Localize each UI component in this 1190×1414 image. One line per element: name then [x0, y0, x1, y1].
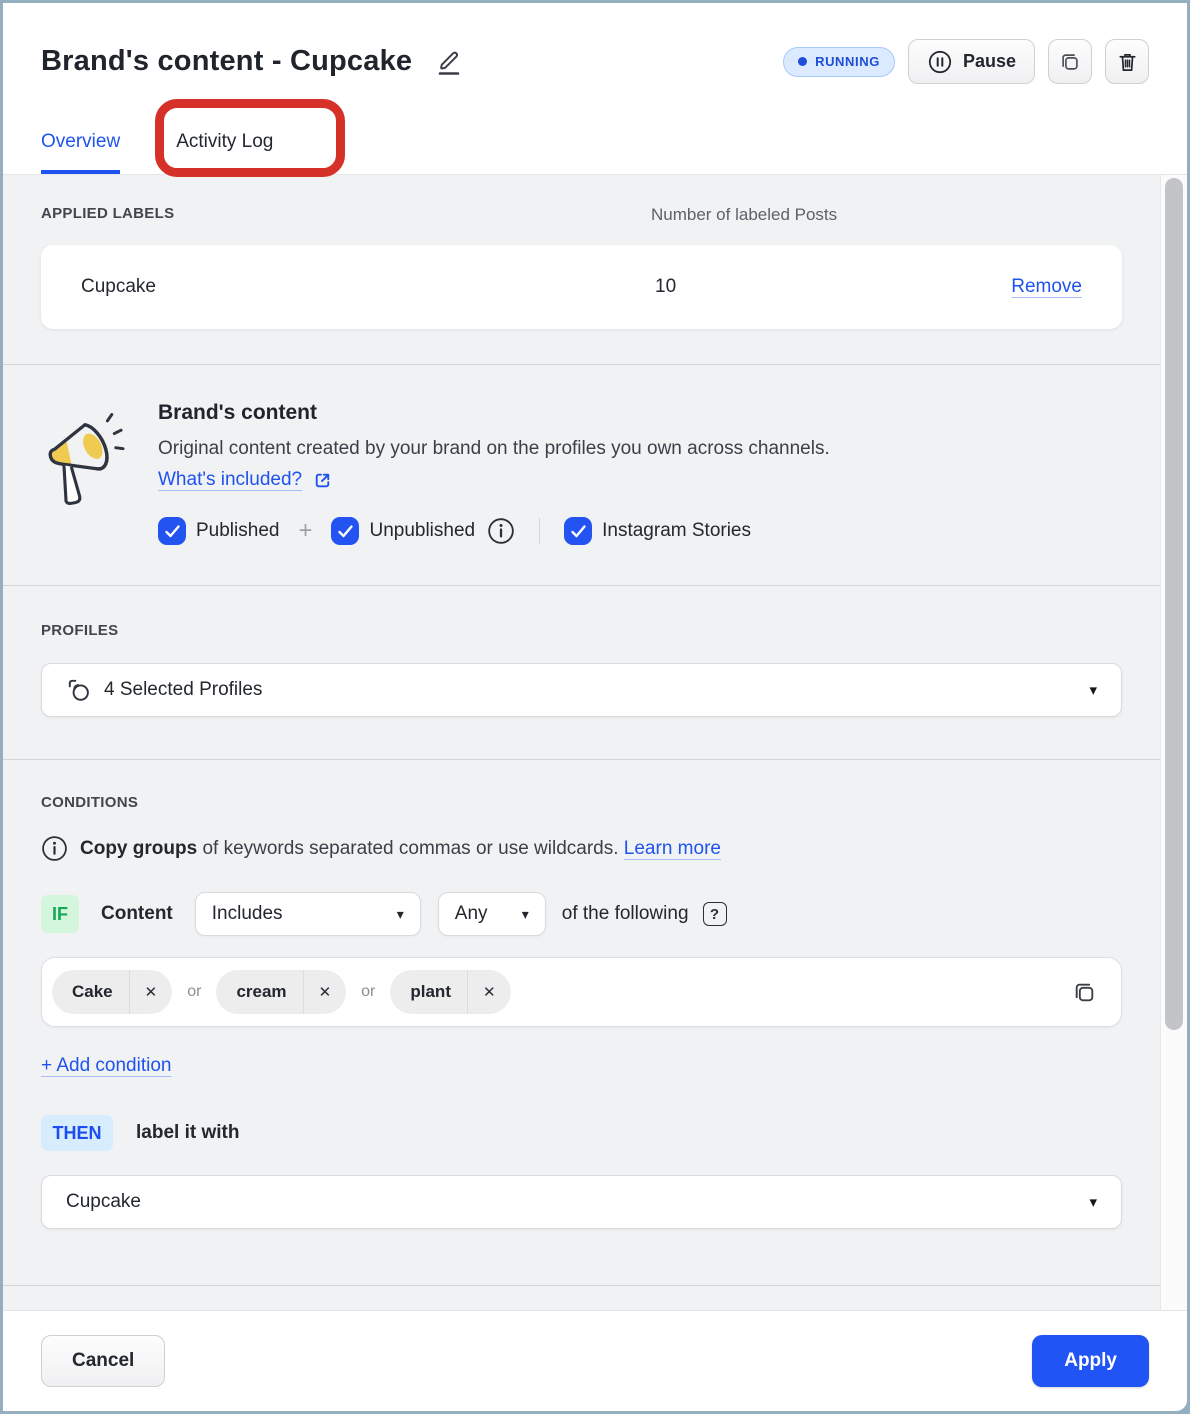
- published-label: Published: [196, 520, 279, 542]
- trash-icon: [1116, 50, 1139, 74]
- content-type-description: Original content created by your brand o…: [158, 438, 830, 460]
- label-name: Cupcake: [81, 276, 655, 298]
- copy-keywords-button[interactable]: [1072, 980, 1097, 1005]
- automation-rule-dialog: Brand's content - Cupcake RUNNING: [0, 0, 1190, 1414]
- match-select[interactable]: Any ▾: [438, 892, 546, 936]
- keyword-chip: plant ✕: [390, 970, 510, 1014]
- check-icon: [337, 524, 354, 539]
- checkbox-divider: [539, 518, 540, 544]
- plus-separator: +: [298, 517, 312, 545]
- unpublished-label: Unpublished: [369, 520, 475, 542]
- conditions-section: CONDITIONS Copy groups of keywords separ…: [3, 760, 1160, 1286]
- check-icon: [570, 524, 587, 539]
- tab-bar: Overview Activity Log: [41, 131, 273, 174]
- copy-icon: [1059, 51, 1081, 73]
- duplicate-button[interactable]: [1048, 39, 1092, 84]
- dialog-body: APPLIED LABELS Number of labeled Posts C…: [3, 175, 1187, 1310]
- pause-button[interactable]: Pause: [908, 39, 1035, 84]
- add-condition-link[interactable]: + Add condition: [41, 1055, 171, 1077]
- status-dot-icon: [798, 57, 807, 66]
- chevron-down-icon: ▾: [522, 906, 529, 923]
- footer: Cancel Apply: [3, 1310, 1187, 1411]
- instagram-stories-checkbox[interactable]: [564, 517, 592, 545]
- profiles-select[interactable]: 4 Selected Profiles ▾: [41, 663, 1122, 717]
- whats-included-link[interactable]: What's included?: [158, 469, 302, 491]
- check-icon: [164, 524, 181, 539]
- profiles-icon: [66, 677, 92, 703]
- unpublished-info-icon[interactable]: [487, 517, 515, 545]
- chevron-down-icon: ▾: [397, 906, 404, 923]
- info-icon: [41, 835, 68, 862]
- condition-suffix: of the following: [562, 903, 689, 925]
- tab-activity-log[interactable]: Activity Log: [176, 131, 273, 174]
- conditions-heading: CONDITIONS: [41, 794, 1122, 811]
- labeled-posts-column-header: Number of labeled Posts: [651, 205, 837, 225]
- copy-icon: [1072, 980, 1097, 1005]
- cancel-button[interactable]: Cancel: [41, 1335, 165, 1387]
- operator-select[interactable]: Includes ▾: [195, 892, 421, 936]
- chevron-down-icon: ▾: [1089, 681, 1097, 699]
- applied-labels-section: APPLIED LABELS Number of labeled Posts C…: [3, 175, 1160, 365]
- applied-labels-heading: APPLIED LABELS: [41, 205, 651, 225]
- content-type-title: Brand's content: [158, 401, 830, 425]
- apply-button[interactable]: Apply: [1032, 1335, 1149, 1387]
- labeled-posts-count: 10: [655, 276, 1011, 298]
- page-title: Brand's content - Cupcake: [41, 45, 412, 78]
- profiles-heading: PROFILES: [41, 622, 1122, 639]
- unpublished-checkbox[interactable]: [331, 517, 359, 545]
- scrollbar[interactable]: [1160, 175, 1187, 1310]
- label-select-value: Cupcake: [66, 1191, 141, 1213]
- profiles-select-value: 4 Selected Profiles: [104, 679, 262, 701]
- learn-more-link[interactable]: Learn more: [624, 838, 721, 859]
- instagram-stories-label: Instagram Stories: [602, 520, 751, 542]
- keyword-chip: cream ✕: [216, 970, 346, 1014]
- published-checkbox[interactable]: [158, 517, 186, 545]
- then-badge: THEN: [41, 1115, 113, 1151]
- profiles-section: PROFILES 4 Selected Profiles ▾: [3, 586, 1160, 760]
- content-type-section: Brand's content Original content created…: [3, 365, 1160, 586]
- external-link-icon[interactable]: [312, 470, 333, 491]
- chevron-down-icon: ▾: [1089, 1193, 1097, 1211]
- tab-overview[interactable]: Overview: [41, 131, 120, 174]
- spacer: [3, 1286, 1160, 1310]
- or-separator: or: [361, 983, 375, 1001]
- if-badge: IF: [41, 895, 79, 933]
- remove-keyword-button[interactable]: ✕: [130, 983, 173, 1001]
- condition-subject: Content: [101, 903, 173, 925]
- remove-label-link[interactable]: Remove: [1011, 276, 1082, 298]
- remove-keyword-button[interactable]: ✕: [468, 983, 511, 1001]
- remove-keyword-button[interactable]: ✕: [304, 983, 347, 1001]
- status-badge: RUNNING: [783, 47, 895, 77]
- delete-button[interactable]: [1105, 39, 1149, 84]
- keywords-input[interactable]: Cake ✕ or cream ✕ or plant ✕: [41, 957, 1122, 1027]
- then-text: label it with: [136, 1122, 239, 1144]
- megaphone-icon: [41, 401, 158, 585]
- scrollbar-thumb[interactable]: [1165, 178, 1183, 1030]
- or-separator: or: [187, 983, 201, 1001]
- pencil-icon: [432, 46, 466, 78]
- applied-label-row: Cupcake 10 Remove: [41, 245, 1122, 329]
- label-select[interactable]: Cupcake ▾: [41, 1175, 1122, 1229]
- header: Brand's content - Cupcake RUNNING: [3, 3, 1187, 175]
- conditions-hint: Copy groups of keywords separated commas…: [80, 838, 721, 860]
- edit-title-button[interactable]: [432, 46, 466, 78]
- pause-icon: [927, 49, 953, 75]
- keyword-chip: Cake ✕: [52, 970, 172, 1014]
- help-icon[interactable]: ?: [703, 902, 727, 926]
